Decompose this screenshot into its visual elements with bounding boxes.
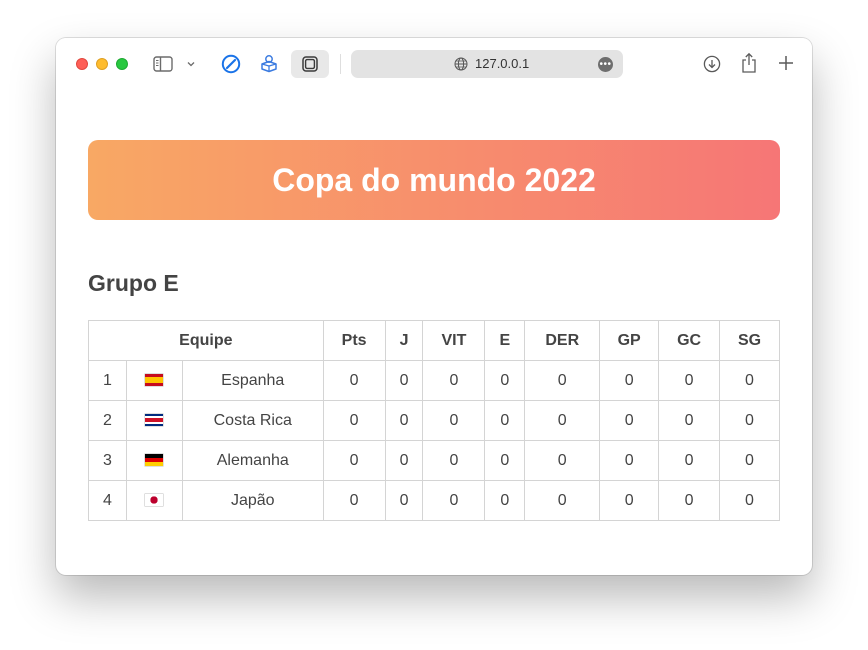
- sg-cell: 0: [719, 400, 780, 441]
- der-cell: 0: [524, 480, 601, 521]
- page-title: Copa do mundo 2022: [272, 161, 596, 198]
- der-cell: 0: [524, 400, 601, 441]
- e-cell: 0: [484, 400, 526, 441]
- header-banner: Copa do mundo 2022: [88, 140, 780, 220]
- table-row: 4 Japão 0 0 0 0 0 0 0 0: [88, 480, 780, 521]
- header-j: J: [384, 320, 424, 361]
- globe-icon: [454, 57, 468, 71]
- gp-cell: 0: [599, 400, 660, 441]
- e-cell: 0: [484, 480, 526, 521]
- header-team: Equipe: [88, 320, 324, 361]
- position-cell: 3: [88, 440, 127, 481]
- flag-costa-rica-icon: [145, 414, 164, 427]
- gc-cell: 0: [658, 440, 721, 481]
- compass-icon[interactable]: [220, 53, 242, 75]
- download-icon[interactable]: [702, 53, 722, 75]
- e-cell: 0: [484, 360, 526, 401]
- browser-window: 127.0.0.1 ••• Copa do mundo 2022 Grupo E…: [56, 38, 812, 575]
- vit-cell: 0: [422, 360, 486, 401]
- close-window-button[interactable]: [76, 58, 88, 70]
- gp-cell: 0: [599, 360, 660, 401]
- tab-overview-icon[interactable]: [291, 50, 329, 78]
- table-row: 3 Alemanha 0 0 0 0 0 0 0 0: [88, 440, 780, 481]
- j-cell: 0: [384, 360, 424, 401]
- sidebar-toggle-icon[interactable]: [152, 54, 174, 74]
- header-gp: GP: [599, 320, 660, 361]
- flag-cell: [125, 400, 183, 441]
- gc-cell: 0: [658, 360, 721, 401]
- position-cell: 2: [88, 400, 127, 441]
- team-name-cell: Alemanha: [181, 440, 324, 481]
- browser-toolbar: 127.0.0.1 •••: [56, 38, 812, 90]
- minimize-window-button[interactable]: [96, 58, 108, 70]
- vit-cell: 0: [422, 400, 486, 441]
- new-tab-plus-icon[interactable]: [775, 52, 797, 74]
- table-header-row: Equipe Pts J VIT E DER GP GC SG: [88, 320, 780, 361]
- more-options-icon[interactable]: •••: [598, 57, 613, 72]
- pts-cell: 0: [322, 440, 386, 481]
- standings-table: Equipe Pts J VIT E DER GP GC SG 1 Espanh…: [88, 320, 780, 521]
- j-cell: 0: [384, 480, 424, 521]
- header-vit: VIT: [422, 320, 486, 361]
- header-e: E: [484, 320, 526, 361]
- table-row: 1 Espanha 0 0 0 0 0 0 0 0: [88, 360, 780, 401]
- sg-cell: 0: [719, 480, 780, 521]
- e-cell: 0: [484, 440, 526, 481]
- der-cell: 0: [524, 360, 601, 401]
- j-cell: 0: [384, 400, 424, 441]
- sg-cell: 0: [719, 440, 780, 481]
- flag-cell: [125, 360, 183, 401]
- toolbar-divider: [340, 54, 341, 74]
- maximize-window-button[interactable]: [116, 58, 128, 70]
- url-text: 127.0.0.1: [475, 56, 530, 71]
- header-der: DER: [524, 320, 601, 361]
- share-icon[interactable]: [739, 51, 759, 75]
- j-cell: 0: [384, 440, 424, 481]
- gp-cell: 0: [599, 480, 660, 521]
- page-content: Copa do mundo 2022 Grupo E Equipe Pts J …: [56, 90, 812, 575]
- vit-cell: 0: [422, 480, 486, 521]
- flag-cell: [125, 480, 183, 521]
- pts-cell: 0: [322, 480, 386, 521]
- group-title: Grupo E: [88, 270, 179, 296]
- chevron-down-icon[interactable]: [184, 56, 198, 72]
- extension-icon[interactable]: [258, 52, 280, 74]
- flag-cell: [125, 440, 183, 481]
- pts-cell: 0: [322, 400, 386, 441]
- position-cell: 1: [88, 360, 127, 401]
- team-name-cell: Costa Rica: [181, 400, 324, 441]
- der-cell: 0: [524, 440, 601, 481]
- position-cell: 4: [88, 480, 127, 521]
- sg-cell: 0: [719, 360, 780, 401]
- vit-cell: 0: [422, 440, 486, 481]
- gc-cell: 0: [658, 400, 721, 441]
- header-sg: SG: [719, 320, 780, 361]
- pts-cell: 0: [322, 360, 386, 401]
- header-gc: GC: [658, 320, 721, 361]
- flag-japan-icon: [145, 494, 164, 507]
- address-bar[interactable]: 127.0.0.1 •••: [351, 50, 623, 78]
- flag-germany-icon: [145, 454, 164, 467]
- team-name-cell: Japão: [181, 480, 324, 521]
- table-row: 2 Costa Rica 0 0 0 0 0 0 0 0: [88, 400, 780, 441]
- gp-cell: 0: [599, 440, 660, 481]
- team-name-cell: Espanha: [181, 360, 324, 401]
- gc-cell: 0: [658, 480, 721, 521]
- header-pts: Pts: [322, 320, 386, 361]
- flag-spain-icon: [145, 374, 164, 387]
